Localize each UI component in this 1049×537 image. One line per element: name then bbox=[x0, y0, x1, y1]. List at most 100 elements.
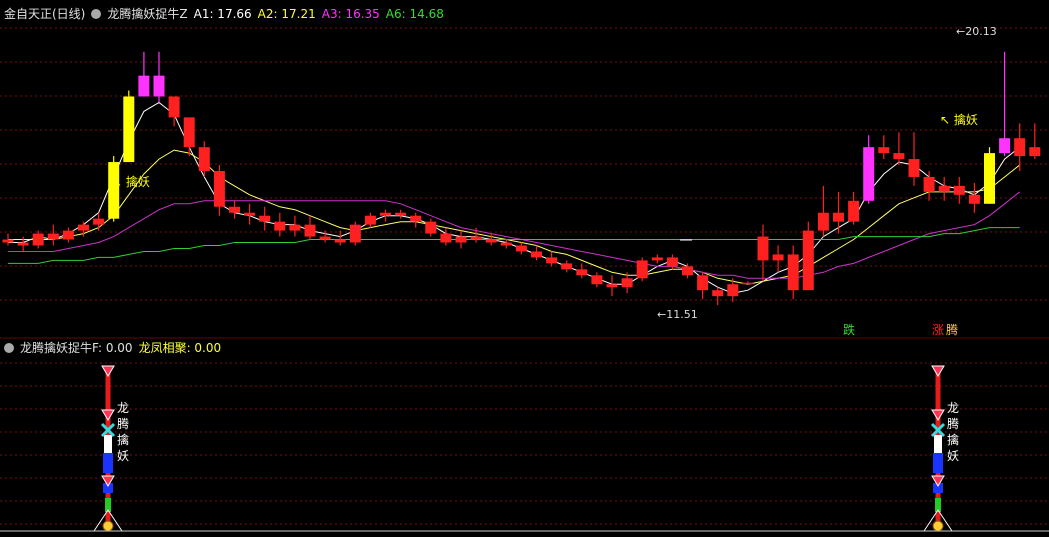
candle-body bbox=[742, 282, 754, 285]
candle-body bbox=[999, 138, 1011, 154]
candle-body bbox=[591, 275, 603, 285]
candle-body bbox=[666, 257, 678, 267]
candle-body bbox=[2, 239, 14, 243]
candle-body bbox=[108, 162, 120, 219]
label-qinyao-2: ↖ 擒妖 bbox=[940, 112, 978, 127]
candle-body bbox=[229, 206, 240, 213]
candle-body bbox=[32, 233, 44, 246]
candle-body bbox=[213, 171, 225, 207]
label-qinyao-1: ↖ 擒妖 bbox=[112, 174, 150, 189]
candle-body bbox=[289, 224, 301, 231]
candle-body bbox=[893, 153, 905, 160]
candle-body bbox=[440, 233, 452, 243]
candle-body bbox=[274, 221, 286, 231]
a2-value: A2: 17.21 bbox=[257, 7, 316, 21]
gem-icon bbox=[101, 409, 115, 421]
candle-body bbox=[697, 275, 709, 291]
candle-body bbox=[380, 212, 391, 216]
candle-body bbox=[848, 200, 860, 222]
candle-body bbox=[349, 224, 361, 243]
signal-text: 妖 bbox=[947, 449, 959, 463]
candle-body bbox=[712, 290, 724, 297]
coin-icon bbox=[932, 520, 944, 532]
candle-body bbox=[651, 257, 663, 261]
candle-body bbox=[485, 239, 497, 243]
candle-body bbox=[334, 239, 346, 243]
candle-body bbox=[138, 75, 150, 97]
gem-icon bbox=[931, 365, 945, 377]
candle-body bbox=[606, 284, 618, 288]
candle-body bbox=[576, 269, 588, 276]
candle-body bbox=[425, 221, 437, 234]
candle-body bbox=[153, 75, 165, 97]
signal-text: 擒 bbox=[947, 432, 959, 447]
stock-chart-canvas[interactable]: ↖ 擒妖↖ 擒妖←20.13←11.51跌涨腾 龙腾擒妖龙腾擒妖 bbox=[0, 0, 1049, 537]
a6-value: A6: 14.68 bbox=[385, 7, 444, 21]
candle-body bbox=[833, 212, 844, 222]
candle-body bbox=[183, 117, 195, 148]
candle-body bbox=[168, 96, 180, 118]
candle-body bbox=[878, 147, 890, 154]
candle-body bbox=[787, 254, 799, 291]
signal-text: 妖 bbox=[117, 449, 129, 463]
candle-body bbox=[198, 147, 210, 171]
signal-white bbox=[104, 435, 112, 453]
candle-body bbox=[968, 194, 980, 204]
candle-body bbox=[546, 257, 558, 264]
candle-body bbox=[515, 245, 527, 252]
label-high: ←20.13 bbox=[956, 25, 997, 38]
signal-blue bbox=[933, 453, 943, 473]
candle-body bbox=[319, 236, 331, 240]
sub-indicator-panel: 龙腾擒妖 龙腾擒妖 bbox=[0, 365, 1049, 532]
label-low: ←11.51 bbox=[657, 308, 698, 321]
candle-body bbox=[757, 236, 769, 261]
candle-body bbox=[244, 212, 256, 216]
candle-body bbox=[17, 242, 29, 246]
candle-body bbox=[62, 230, 74, 240]
candle-body bbox=[938, 185, 950, 192]
candle-body bbox=[727, 284, 739, 297]
candle-body bbox=[1029, 147, 1041, 157]
candle-body bbox=[78, 224, 89, 231]
candles bbox=[2, 51, 1041, 306]
signal-white bbox=[934, 435, 942, 453]
sub-indicator-toggle-icon[interactable] bbox=[4, 343, 14, 353]
series-a3 bbox=[8, 191, 1021, 279]
sub-indicator-name[interactable]: 龙腾擒妖捉牛F bbox=[20, 341, 98, 355]
candle-body bbox=[395, 212, 407, 216]
candle-body bbox=[682, 266, 693, 276]
indicator-toggle-icon[interactable] bbox=[91, 9, 102, 19]
candle-body bbox=[863, 147, 875, 201]
candle-body bbox=[953, 185, 965, 195]
candle-body bbox=[470, 236, 482, 240]
signal-text: 龙 bbox=[947, 401, 959, 415]
signal-blue bbox=[103, 453, 113, 473]
signal-text: 腾 bbox=[947, 416, 959, 431]
candle-body bbox=[772, 254, 784, 261]
label-teng: 腾 bbox=[946, 322, 958, 337]
indicator-name[interactable]: 龙腾擒妖捉牛Z bbox=[107, 7, 187, 21]
candle-body bbox=[1014, 138, 1026, 157]
label-die: 跌 bbox=[843, 322, 855, 337]
signal-text: 腾 bbox=[117, 416, 129, 431]
candle-body bbox=[531, 251, 542, 258]
candle-body bbox=[123, 96, 135, 163]
candle-body bbox=[500, 242, 512, 246]
candle-body bbox=[802, 230, 814, 291]
gem-icon bbox=[101, 365, 115, 377]
candle-body bbox=[93, 218, 105, 225]
a3-value: A3: 16.35 bbox=[321, 7, 380, 21]
signal-text: 龙 bbox=[117, 401, 129, 415]
coin-icon bbox=[102, 520, 114, 532]
candle-body bbox=[984, 153, 995, 204]
candle-body bbox=[621, 278, 633, 288]
candle-body bbox=[561, 263, 573, 270]
candle-body bbox=[636, 260, 648, 279]
candle-body bbox=[304, 224, 316, 237]
a1-value: A1: 17.66 bbox=[193, 7, 252, 21]
candle-body bbox=[908, 159, 920, 177]
candle-body bbox=[817, 212, 829, 231]
sub-lf-value: 龙凤相聚: 0.00 bbox=[138, 341, 222, 355]
sub-header: 龙腾擒妖捉牛F: 0.00 龙凤相聚: 0.00 bbox=[4, 341, 227, 355]
gem-icon bbox=[931, 409, 945, 421]
